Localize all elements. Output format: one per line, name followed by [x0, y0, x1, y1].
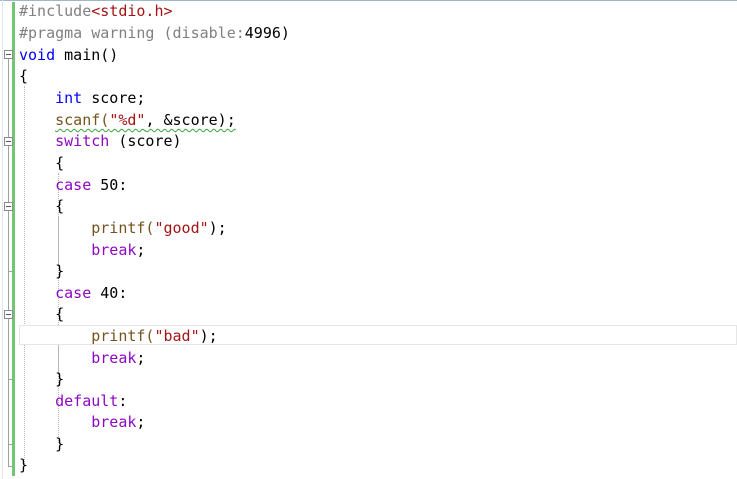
fold-collapse-icon[interactable] [4, 137, 13, 146]
include-file: <stdio.h> [91, 2, 173, 20]
fold-end-marker [8, 271, 13, 272]
code-line[interactable]: printf("good"); [19, 218, 227, 239]
pragma-close: ) [280, 24, 290, 42]
printf-function: printf( [91, 327, 155, 345]
code-line[interactable]: { [19, 304, 64, 325]
printf-function: printf( [91, 219, 155, 237]
fold-collapse-icon[interactable] [4, 202, 13, 211]
preprocessor-directive: #pragma warning [19, 24, 155, 42]
code-line[interactable]: switch (score) [19, 131, 182, 152]
case-value: 50: [91, 176, 128, 194]
semicolon: ; [136, 413, 146, 431]
code-line[interactable]: case 40: [19, 283, 127, 304]
brace: } [55, 262, 65, 280]
brace: } [55, 435, 65, 453]
code-line[interactable]: } [19, 369, 64, 390]
brace: { [19, 67, 29, 85]
scanf-function: scanf( [55, 111, 110, 129]
fold-collapse-icon[interactable] [4, 310, 13, 319]
code-line[interactable]: #pragma warning (disable:4996) [19, 23, 290, 44]
code-line[interactable]: break; [19, 348, 145, 369]
fold-end-marker [8, 466, 13, 467]
code-line[interactable]: case 50: [19, 175, 127, 196]
code-line[interactable]: } [19, 434, 64, 455]
code-line[interactable]: void main() [19, 45, 118, 66]
pragma-arg: (disable: [154, 24, 245, 42]
printf-close: ); [208, 219, 227, 237]
keyword-case: case [55, 176, 92, 194]
keyword-int: int [55, 89, 83, 107]
fold-end-marker [8, 444, 13, 445]
format-string: "%d" [109, 111, 146, 129]
code-line[interactable]: scanf("%d", &score); [19, 110, 236, 131]
code-line[interactable]: { [19, 66, 28, 87]
brace: { [55, 197, 65, 215]
fold-end-marker [8, 379, 13, 380]
semicolon: ; [136, 349, 146, 367]
string-literal: "good" [154, 219, 209, 237]
preprocessor-directive: #include [19, 2, 92, 20]
code-line[interactable]: { [19, 196, 64, 217]
string-literal: "bad" [154, 327, 200, 345]
printf-close: ); [199, 327, 218, 345]
pragma-number: 4996 [244, 24, 281, 42]
keyword-case: case [55, 284, 92, 302]
keyword-break: break [91, 413, 137, 431]
code-line[interactable]: { [19, 153, 64, 174]
brace: { [55, 305, 65, 323]
code-line[interactable]: break; [19, 412, 145, 433]
code-line[interactable]: int score; [19, 88, 145, 109]
fold-collapse-icon[interactable] [4, 50, 13, 59]
change-tracking-bar [12, 2, 15, 476]
keyword-default: default [55, 392, 119, 410]
main-signature: main() [55, 46, 119, 64]
semicolon: ; [136, 241, 146, 259]
brace: } [19, 456, 29, 474]
scanf-call: scanf("%d", &score); [55, 111, 236, 129]
colon: : [118, 392, 128, 410]
brace: } [55, 370, 65, 388]
code-line[interactable]: printf("bad"); [19, 326, 218, 347]
brace: { [55, 154, 65, 172]
score-declaration: score; [82, 89, 146, 107]
keyword-void: void [19, 46, 56, 64]
keyword-switch: switch [55, 132, 110, 150]
keyword-break: break [91, 241, 137, 259]
code-editor[interactable]: #include<stdio.h> #pragma warning (disab… [0, 0, 737, 479]
scanf-args: , &score); [145, 111, 236, 129]
code-line[interactable]: break; [19, 240, 145, 261]
editor-margin [2, 0, 3, 479]
case-value: 40: [91, 284, 128, 302]
code-line[interactable]: default: [19, 391, 127, 412]
keyword-break: break [91, 349, 137, 367]
code-line[interactable]: #include<stdio.h> [19, 1, 173, 22]
fold-guide-line [8, 59, 9, 466]
code-line[interactable]: } [19, 261, 64, 282]
switch-arg: (score) [109, 132, 182, 150]
code-line[interactable]: } [19, 455, 28, 476]
